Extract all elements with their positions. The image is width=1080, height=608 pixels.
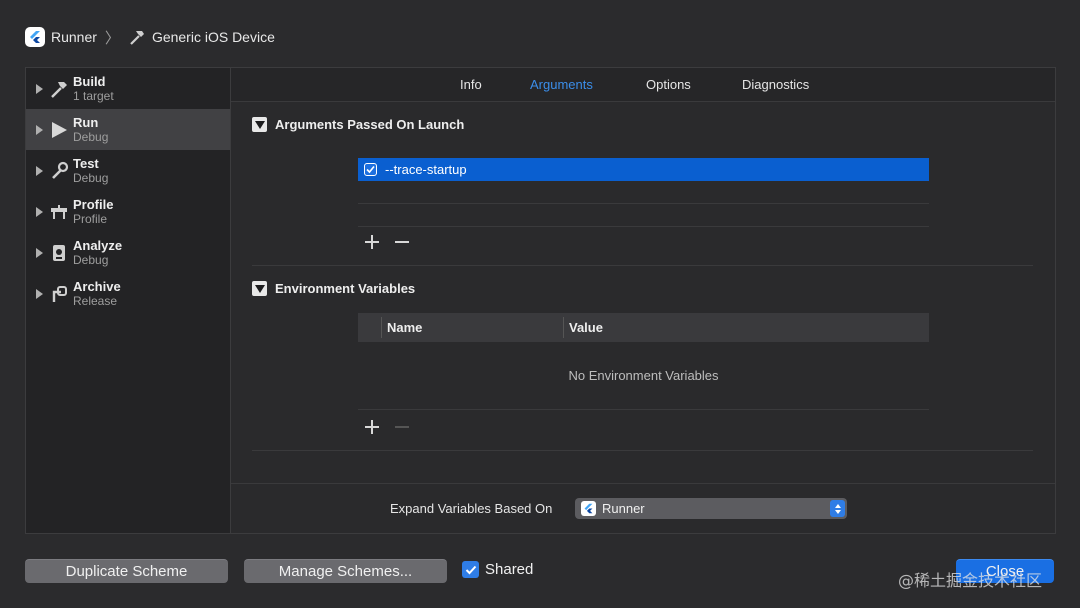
- tab-options[interactable]: Options: [646, 77, 691, 92]
- section-divider: [252, 450, 1033, 451]
- sidebar-item-analyze[interactable]: Analyze Debug: [26, 232, 230, 273]
- disclosure-triangle-icon[interactable]: [36, 288, 43, 299]
- tab-diagnostics[interactable]: Diagnostics: [742, 77, 809, 92]
- list-item: [358, 181, 929, 204]
- environment-table-header: Name Value: [358, 313, 929, 342]
- breadcrumb-project[interactable]: Runner: [51, 29, 97, 45]
- breadcrumb: Runner 〉 Generic iOS Device: [25, 26, 275, 48]
- sidebar-item-subtitle: Profile: [73, 211, 108, 226]
- environment-table: Name Value No Environment Variables: [358, 313, 929, 410]
- column-header-name[interactable]: Name: [387, 320, 422, 335]
- arguments-heading: Arguments Passed On Launch: [275, 117, 465, 132]
- remove-variable-button[interactable]: [394, 419, 410, 435]
- add-argument-button[interactable]: [364, 234, 380, 250]
- scheme-action-list: Build 1 target Run Debug Test Debug Prof…: [25, 67, 230, 534]
- archive-icon: [49, 284, 69, 304]
- hammer-icon: [49, 79, 69, 99]
- popup-arrows-icon: [830, 500, 845, 517]
- sidebar-item-build[interactable]: Build 1 target: [26, 68, 230, 109]
- sidebar-item-profile[interactable]: Profile Profile: [26, 191, 230, 232]
- disclosure-triangle-icon[interactable]: [36, 124, 43, 135]
- play-icon: [49, 120, 69, 140]
- sidebar-item-subtitle: 1 target: [73, 88, 114, 103]
- section-divider: [252, 265, 1033, 266]
- disclosure-triangle-icon[interactable]: [36, 83, 43, 94]
- sidebar-item-archive[interactable]: Archive Release: [26, 273, 230, 314]
- sidebar-item-title: Analyze: [73, 237, 123, 253]
- disclosure-triangle-icon[interactable]: [36, 206, 43, 217]
- hammer-icon: [128, 28, 146, 46]
- argument-enabled-checkbox[interactable]: [364, 163, 377, 176]
- remove-argument-button[interactable]: [394, 234, 410, 250]
- tab-arguments[interactable]: Arguments: [530, 77, 593, 92]
- expand-variables-label: Expand Variables Based On: [390, 501, 553, 516]
- sidebar-item-test[interactable]: Test Debug: [26, 150, 230, 191]
- wrench-icon: [49, 161, 69, 181]
- argument-value[interactable]: --trace-startup: [385, 162, 467, 177]
- argument-row[interactable]: --trace-startup: [358, 158, 929, 181]
- manage-schemes-button[interactable]: Manage Schemes...: [244, 559, 447, 583]
- expand-variables-selected: Runner: [602, 501, 645, 516]
- shared-checkbox[interactable]: [462, 561, 479, 578]
- shared-label: Shared: [485, 561, 534, 578]
- chevron-right-icon: 〉: [104, 29, 120, 47]
- shared-toggle[interactable]: Shared: [462, 561, 533, 578]
- scheme-editor-pane: Info Arguments Options Diagnostics Argum…: [230, 67, 1056, 534]
- column-header-value[interactable]: Value: [569, 320, 603, 335]
- column-separator: [563, 317, 564, 338]
- sidebar-item-title: Run: [73, 114, 99, 130]
- analyze-icon: [49, 243, 69, 263]
- breadcrumb-destination[interactable]: Generic iOS Device: [152, 29, 275, 45]
- environment-empty-state: No Environment Variables: [358, 342, 929, 410]
- pane-footer-divider: [231, 483, 1055, 484]
- sidebar-item-subtitle: Release: [73, 293, 118, 308]
- disclosure-triangle-icon[interactable]: [36, 165, 43, 176]
- sidebar-item-title: Profile: [73, 196, 114, 212]
- collapse-triangle-icon[interactable]: [252, 281, 267, 296]
- sidebar-item-title: Archive: [73, 278, 121, 294]
- duplicate-scheme-button[interactable]: Duplicate Scheme: [25, 559, 228, 583]
- sidebar-item-subtitle: Debug: [73, 252, 109, 267]
- arguments-add-remove: [364, 234, 410, 250]
- flutter-app-icon: [25, 27, 45, 47]
- column-separator: [381, 317, 382, 338]
- environment-section-header[interactable]: Environment Variables: [252, 281, 415, 296]
- expand-variables-popup[interactable]: Runner: [575, 498, 847, 519]
- sidebar-item-subtitle: Debug: [73, 129, 109, 144]
- environment-add-remove: [364, 419, 410, 435]
- sidebar-item-run[interactable]: Run Debug: [26, 109, 230, 150]
- sidebar-item-title: Test: [73, 155, 99, 171]
- add-variable-button[interactable]: [364, 419, 380, 435]
- arguments-list: --trace-startup: [358, 158, 929, 227]
- flutter-app-icon: [581, 501, 596, 516]
- tab-info[interactable]: Info: [460, 77, 482, 92]
- sidebar-item-title: Build: [73, 73, 106, 89]
- list-item: [358, 204, 929, 227]
- environment-heading: Environment Variables: [275, 281, 416, 296]
- disclosure-triangle-icon[interactable]: [36, 247, 43, 258]
- watermark-text: @稀土掘金技术社区: [898, 571, 1043, 590]
- gauge-icon: [49, 202, 69, 222]
- collapse-triangle-icon[interactable]: [252, 117, 267, 132]
- tab-bar: Info Arguments Options Diagnostics: [231, 68, 1055, 102]
- sidebar-item-subtitle: Debug: [73, 170, 109, 185]
- arguments-section-header[interactable]: Arguments Passed On Launch: [252, 117, 464, 132]
